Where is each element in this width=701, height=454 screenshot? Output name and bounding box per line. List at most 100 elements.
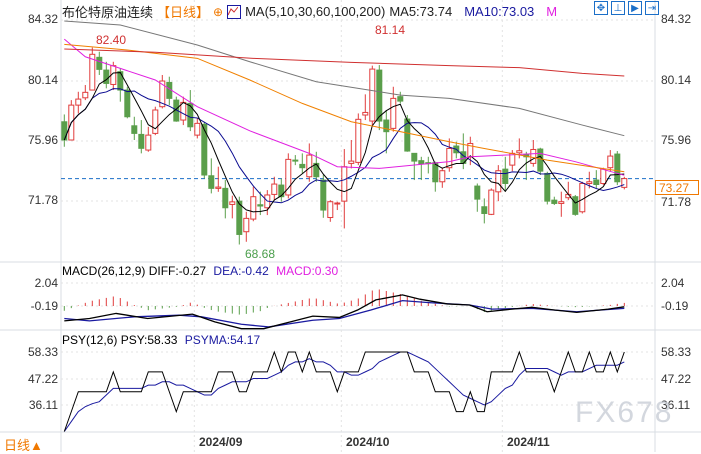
x-axis-label: 2024/11 <box>507 435 550 449</box>
candle-down <box>278 184 285 198</box>
chart-canvas[interactable] <box>0 0 701 452</box>
candle-up <box>390 97 397 129</box>
candle-up <box>271 183 278 195</box>
crosshair-move-icon[interactable]: ✥ <box>594 1 608 15</box>
ma-params[interactable]: MA(5,10,30,60,100,200) <box>245 4 385 19</box>
crosshair-icon[interactable]: ⊕ <box>213 5 223 19</box>
x-axis-label: 2024/10 <box>346 435 390 449</box>
candle-up <box>215 186 222 189</box>
macd-diff-value: DIFF:-0.27 <box>148 264 207 278</box>
candle-up <box>607 155 614 169</box>
candle-up <box>600 168 607 184</box>
ma100-line <box>64 20 625 137</box>
macd-params: MACD(26,12,9) <box>62 264 146 278</box>
candle-up <box>439 170 446 183</box>
candle-down <box>593 179 600 185</box>
period-label[interactable]: 【日线】 <box>157 2 209 21</box>
instrument-name: 布伦特原油连续 <box>62 5 154 20</box>
psyma-line <box>63 351 625 432</box>
candle-down <box>411 152 418 162</box>
candle-down <box>131 125 138 134</box>
candle-up <box>152 109 159 134</box>
candle-up <box>369 68 376 122</box>
candle-down <box>299 163 306 169</box>
psy-tick-right: 47.22 <box>661 372 692 386</box>
candle-up <box>530 148 537 164</box>
candle-down <box>383 119 390 133</box>
psy-tick-left: 36.11 <box>28 398 58 412</box>
ma-more-value: M <box>546 4 558 19</box>
psy-tick-left: 58.33 <box>27 345 58 359</box>
candle-up <box>180 101 187 121</box>
candle-up <box>250 196 257 220</box>
psy-line <box>63 350 625 432</box>
ma10-value: MA10:73.03 <box>464 4 535 19</box>
zoom-range-icon[interactable]: ⊥ <box>611 1 625 15</box>
low-annotation: 68.68 <box>245 247 276 261</box>
ma200-line <box>64 48 625 77</box>
price-tick-right: 75.96 <box>661 133 692 147</box>
price-tick-left: 80.14 <box>27 73 58 87</box>
candle-down <box>544 172 551 202</box>
current-price-label: 73.27 <box>655 180 699 195</box>
chart-header: 布伦特原油连续 【日线】 ⊕ MA(5,10,30,60,100,200) MA… <box>62 2 557 21</box>
candle-down <box>236 200 243 235</box>
candle-down <box>418 160 425 165</box>
candle-down <box>96 56 103 70</box>
macd-tick-right: 2.04 <box>661 276 685 290</box>
candle-down <box>320 179 327 211</box>
chart-toolbar: ✥ ⊥ ▶ ⇥ <box>594 1 659 15</box>
jump-to-end-icon[interactable]: ⇥ <box>645 1 659 15</box>
price-tick-left: 75.96 <box>27 133 58 147</box>
candle-up <box>327 201 334 219</box>
price-tick-left: 71.78 <box>27 193 58 207</box>
period-selector[interactable]: 日线▲ <box>4 435 43 454</box>
candle-down <box>502 168 509 184</box>
candle-down <box>124 89 131 118</box>
candle-down <box>257 204 264 207</box>
candle-down <box>537 148 544 172</box>
psy-params: PSY(12,6) <box>62 333 118 347</box>
candle-up <box>194 122 201 136</box>
psy-legend: PSY(12,6) PSY:58.33 PSYMA:54.17 <box>62 333 260 347</box>
candle-down <box>208 175 215 189</box>
x-axis-label: 2024/09 <box>199 435 243 449</box>
psyma-value: PSYMA:54.17 <box>184 333 261 347</box>
watermark-logo: FX678 <box>575 396 674 429</box>
candle-down <box>551 199 558 204</box>
price-tick-right: 84.32 <box>661 12 692 26</box>
candle-down <box>187 102 194 128</box>
candle-up <box>621 178 628 188</box>
candle-down <box>572 196 579 215</box>
candle-down <box>397 96 404 102</box>
candle-up <box>558 201 565 204</box>
swing-high-annotation: 81.14 <box>375 23 406 37</box>
candle-up <box>341 166 348 202</box>
candle-up <box>579 182 586 213</box>
psy-tick-left: 47.22 <box>27 372 58 386</box>
ma5-value: MA5:73.74 <box>389 4 453 19</box>
candle-down <box>474 185 481 200</box>
macd-tick-right: -0.19 <box>661 299 689 313</box>
candle-down <box>404 118 411 152</box>
play-icon[interactable]: ▶ <box>628 1 642 15</box>
candle-up <box>334 202 341 205</box>
indicator-chart-icon[interactable] <box>227 4 242 19</box>
candle-up <box>243 217 250 233</box>
macd-tick-left: 2.04 <box>34 276 58 290</box>
candle-down <box>292 159 299 162</box>
candle-up <box>586 181 593 184</box>
price-tick-left: 84.32 <box>27 12 58 26</box>
candle-up <box>75 98 82 106</box>
candle-down <box>61 121 68 141</box>
psy-value: PSY:58.33 <box>120 333 178 347</box>
candle-down <box>117 71 124 91</box>
macd-tick-left: -0.19 <box>30 299 58 313</box>
candle-down <box>201 123 208 176</box>
candle-up <box>306 154 313 178</box>
diff-line <box>64 294 625 330</box>
candle-up <box>229 201 236 205</box>
candle-up <box>362 111 369 116</box>
candle-down <box>481 206 488 214</box>
candle-up <box>488 189 495 215</box>
